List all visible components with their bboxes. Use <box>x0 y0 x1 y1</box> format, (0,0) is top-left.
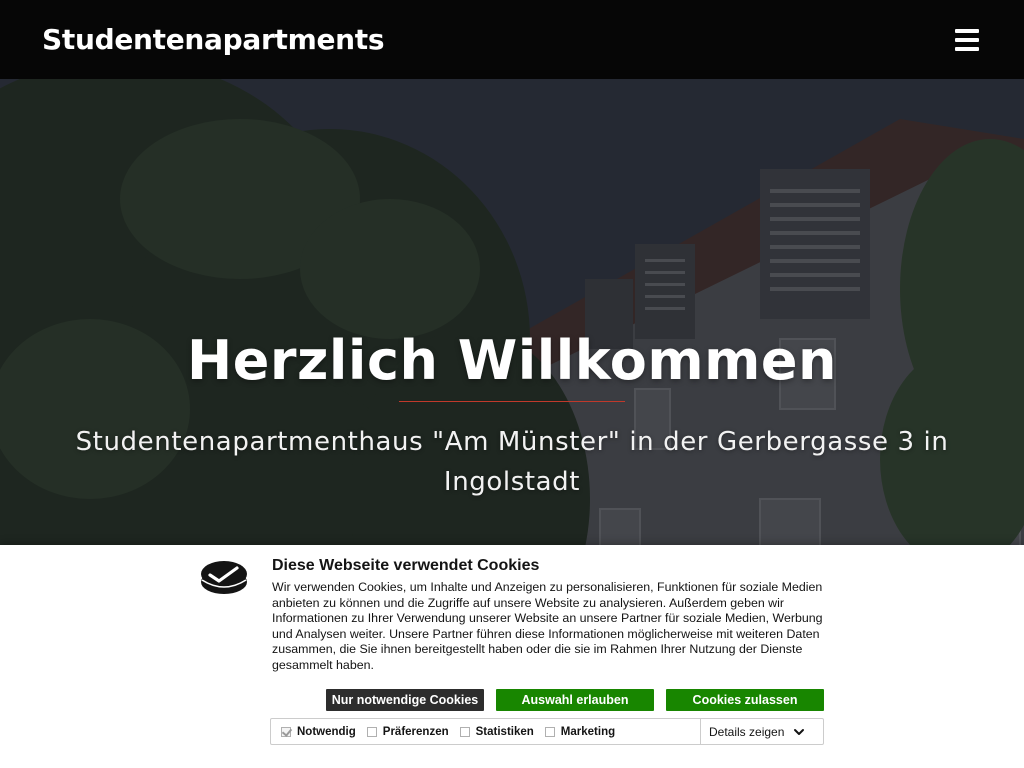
show-details-link[interactable]: Details zeigen <box>709 719 805 744</box>
option-necessary[interactable]: Notwendig <box>281 726 356 738</box>
option-statistics[interactable]: Statistiken <box>459 725 534 738</box>
hamburger-line <box>955 28 979 33</box>
option-label: Präferenzen <box>382 725 449 738</box>
site-brand[interactable]: Studentenapartments <box>42 23 385 56</box>
chevron-down-icon <box>794 728 805 735</box>
allow-all-cookies-button[interactable]: Cookies zulassen <box>666 689 824 711</box>
option-label: Notwendig <box>297 725 356 738</box>
statistics-checkbox[interactable] <box>459 726 470 737</box>
option-marketing[interactable]: Marketing <box>544 725 616 738</box>
hamburger-menu-icon[interactable] <box>955 28 979 51</box>
cookie-category-options: Notwendig Präferenzen Statistiken Market… <box>270 718 824 745</box>
hero-subtitle: Studentenapartmenthaus "Am Münster" in d… <box>75 427 949 497</box>
top-navbar: Studentenapartments <box>0 0 1024 79</box>
option-label: Statistiken <box>475 725 534 738</box>
marketing-checkbox[interactable] <box>544 726 555 737</box>
cookie-consent-banner: Diese Webseite verwendet Cookies Wir ver… <box>0 545 1024 768</box>
details-label: Details zeigen <box>709 724 785 739</box>
necessary-cookies-button[interactable]: Nur notwendige Cookies <box>326 689 484 711</box>
option-preferences[interactable]: Präferenzen <box>366 725 449 738</box>
hamburger-line <box>955 37 979 42</box>
allow-selection-button[interactable]: Auswahl erlauben <box>496 689 654 711</box>
cookie-banner-text: Wir verwenden Cookies, um Inhalte und An… <box>272 580 823 672</box>
preferences-checkbox[interactable] <box>366 726 377 737</box>
necessary-checkbox[interactable] <box>281 726 291 737</box>
details-separator <box>700 719 701 744</box>
cookie-button-group: Nur notwendige Cookies Auswahl erlauben … <box>326 689 824 711</box>
cookiebot-logo-icon <box>200 558 248 596</box>
hero-title: Herzlich Willkommen <box>187 329 837 392</box>
option-label: Marketing <box>560 725 616 738</box>
hamburger-line <box>955 46 979 51</box>
hero-divider <box>399 401 625 402</box>
cookie-banner-title: Diese Webseite verwendet Cookies <box>272 557 540 574</box>
